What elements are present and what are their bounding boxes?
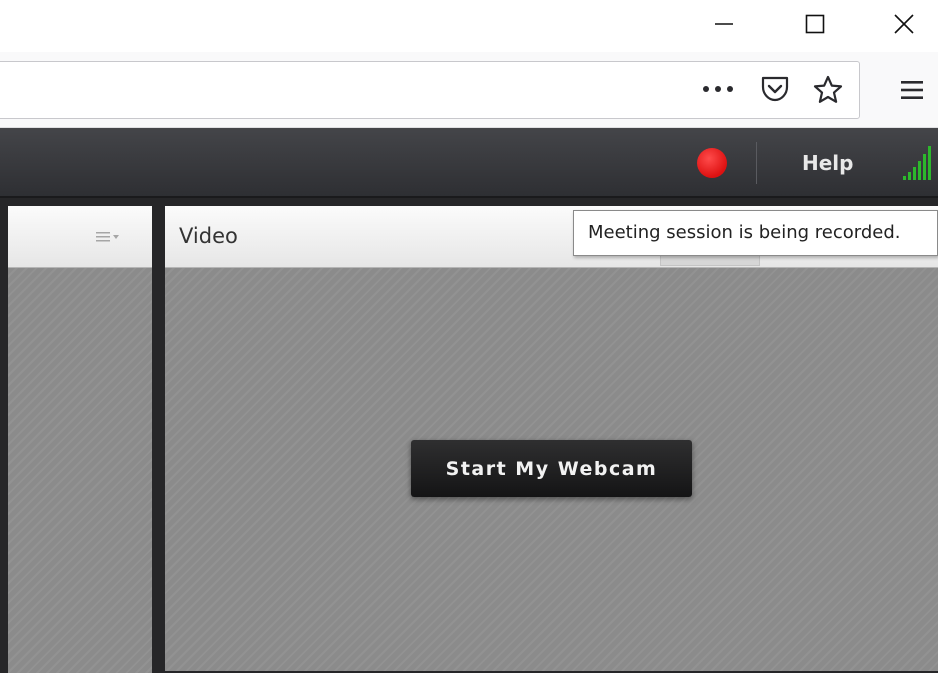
- video-pod: Video Start My Webcam: [165, 206, 938, 671]
- pod-title: Video: [179, 224, 238, 248]
- pocket-icon: [761, 76, 789, 102]
- meeting-workspace: Video Start My Webcam: [0, 198, 938, 673]
- close-icon: [894, 14, 914, 34]
- left-pod-header: [8, 206, 152, 268]
- recording-tooltip: Meeting session is being recorded.: [573, 210, 938, 256]
- close-button[interactable]: [881, 0, 927, 48]
- header-control: [660, 256, 760, 266]
- left-pod: [8, 206, 152, 673]
- bookmark-star-button[interactable]: [810, 72, 846, 108]
- pod-menu-icon[interactable]: [96, 230, 122, 246]
- maximize-icon: [805, 14, 825, 34]
- minimize-icon: [715, 23, 733, 25]
- window-titlebar: [0, 0, 938, 52]
- more-horizontal-icon: [703, 86, 733, 92]
- star-icon: [813, 75, 843, 103]
- header-divider: [756, 142, 757, 184]
- browser-toolbar: [0, 52, 938, 128]
- hamburger-icon: [901, 81, 923, 99]
- start-webcam-button[interactable]: Start My Webcam: [411, 440, 692, 497]
- help-menu[interactable]: Help: [802, 149, 853, 177]
- minimize-button[interactable]: [701, 0, 747, 48]
- page-actions-button[interactable]: [698, 74, 738, 104]
- app-header: Help: [0, 128, 938, 198]
- connection-signal-icon[interactable]: [902, 142, 938, 182]
- maximize-button[interactable]: [792, 0, 838, 48]
- browser-menu-button[interactable]: [894, 74, 930, 106]
- recording-indicator[interactable]: [697, 148, 727, 178]
- pocket-button[interactable]: [758, 72, 792, 106]
